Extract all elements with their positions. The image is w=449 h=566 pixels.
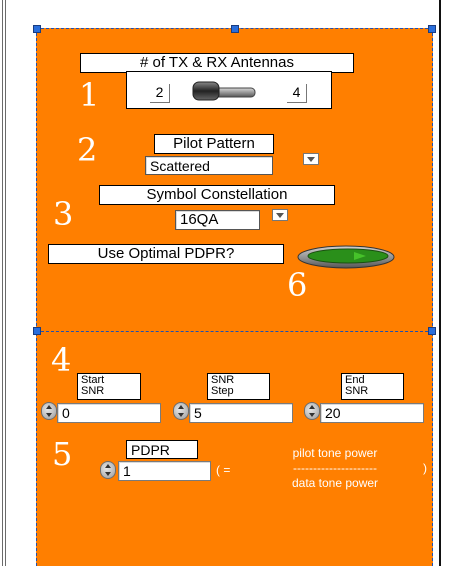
decrement-arrow-icon [46,413,52,417]
chevron-down-icon [276,212,284,218]
decrement-arrow-icon [178,413,184,417]
start-snr-input[interactable]: 0 [57,403,161,423]
end-snr-label: End SNR [341,373,404,400]
snr-step-spinner[interactable] [173,402,189,420]
start-snr-label-line2: SNR [81,385,105,397]
constellation-select[interactable]: 16QA [175,210,260,230]
decrement-arrow-icon [105,472,111,476]
pdpr-label: PDPR [126,440,198,459]
increment-arrow-icon [309,405,315,409]
antenna-toggle-switch[interactable] [177,79,277,105]
step-number-5: 5 [52,435,73,473]
resize-handle-tr[interactable] [428,25,436,33]
pdpr-equation-open: ( = [216,463,231,477]
end-snr-input[interactable]: 20 [320,403,424,423]
window-border-left [2,0,3,566]
symbol-constellation-label: Symbol Constellation [99,185,335,205]
resize-handle-ml[interactable] [33,327,41,335]
snr-step-input[interactable]: 5 [189,403,293,423]
end-snr-spinner[interactable] [304,402,320,420]
pdpr-input[interactable]: 1 [118,461,211,481]
step-number-3: 3 [53,195,74,233]
snr-step-label: SNR Step [207,373,270,400]
constellation-dropdown-button[interactable] [272,209,288,221]
decrement-arrow-icon [309,413,315,417]
antenna-switch-frame: 2 4 [126,71,332,109]
antenna-max-label: 4 [287,84,307,103]
pdpr-equation-close: ) [423,461,427,475]
resize-handle-mr[interactable] [428,327,436,335]
pilot-pattern-label: Pilot Pattern [154,134,274,154]
start-snr-label: Start SNR [77,373,141,400]
optimal-pdpr-led-button[interactable] [296,244,396,270]
antennas-label: # of TX & RX Antennas [80,53,354,73]
pilot-dropdown-button[interactable] [303,153,319,165]
increment-arrow-icon [46,405,52,409]
step-number-2: 2 [77,131,98,169]
pdpr-spinner[interactable] [100,461,116,479]
use-optimal-pdpr-label: Use Optimal PDPR? [48,244,284,264]
step-number-1: 1 [79,76,100,114]
snr-step-label-line2: Step [211,385,234,397]
window-border-left-inner [5,0,6,566]
step-number-6: 6 [287,266,308,304]
antenna-min-label: 2 [150,84,170,103]
pdpr-denominator: data tone power [291,476,379,490]
window-border-right [439,0,441,566]
end-snr-label-line2: SNR [345,385,369,397]
resize-handle-tl[interactable] [33,25,41,33]
pilot-pattern-value: Scattered [145,156,273,175]
pdpr-fraction-divider: --------------------- [293,461,377,475]
panel-divider [36,331,433,332]
start-snr-spinner[interactable] [41,402,57,420]
step-number-4: 4 [51,341,72,379]
increment-arrow-icon [178,405,184,409]
increment-arrow-icon [105,464,111,468]
pdpr-numerator: pilot tone power [292,446,378,460]
resize-handle-tm[interactable] [231,25,239,33]
pilot-pattern-select[interactable]: Scattered [131,154,297,175]
chevron-down-icon [307,156,315,162]
